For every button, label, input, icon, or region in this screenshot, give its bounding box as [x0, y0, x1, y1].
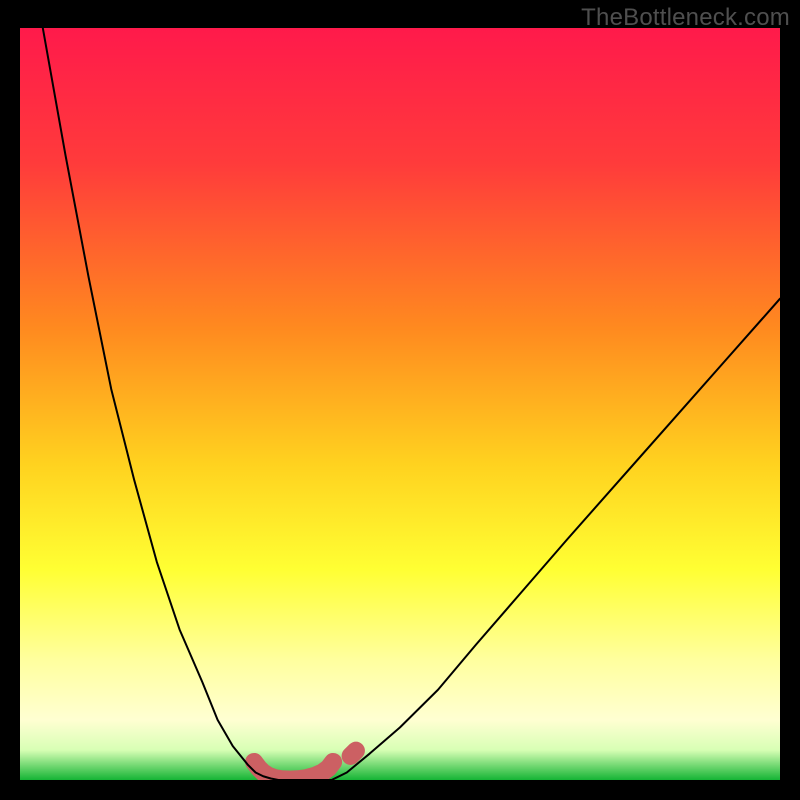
- outer-frame: TheBottleneck.com: [0, 0, 800, 800]
- chart-svg: [20, 28, 780, 780]
- plot-area: [20, 28, 780, 780]
- optimal-zone-extra: [351, 751, 356, 756]
- gradient-background: [20, 28, 780, 780]
- watermark-text: TheBottleneck.com: [581, 4, 790, 32]
